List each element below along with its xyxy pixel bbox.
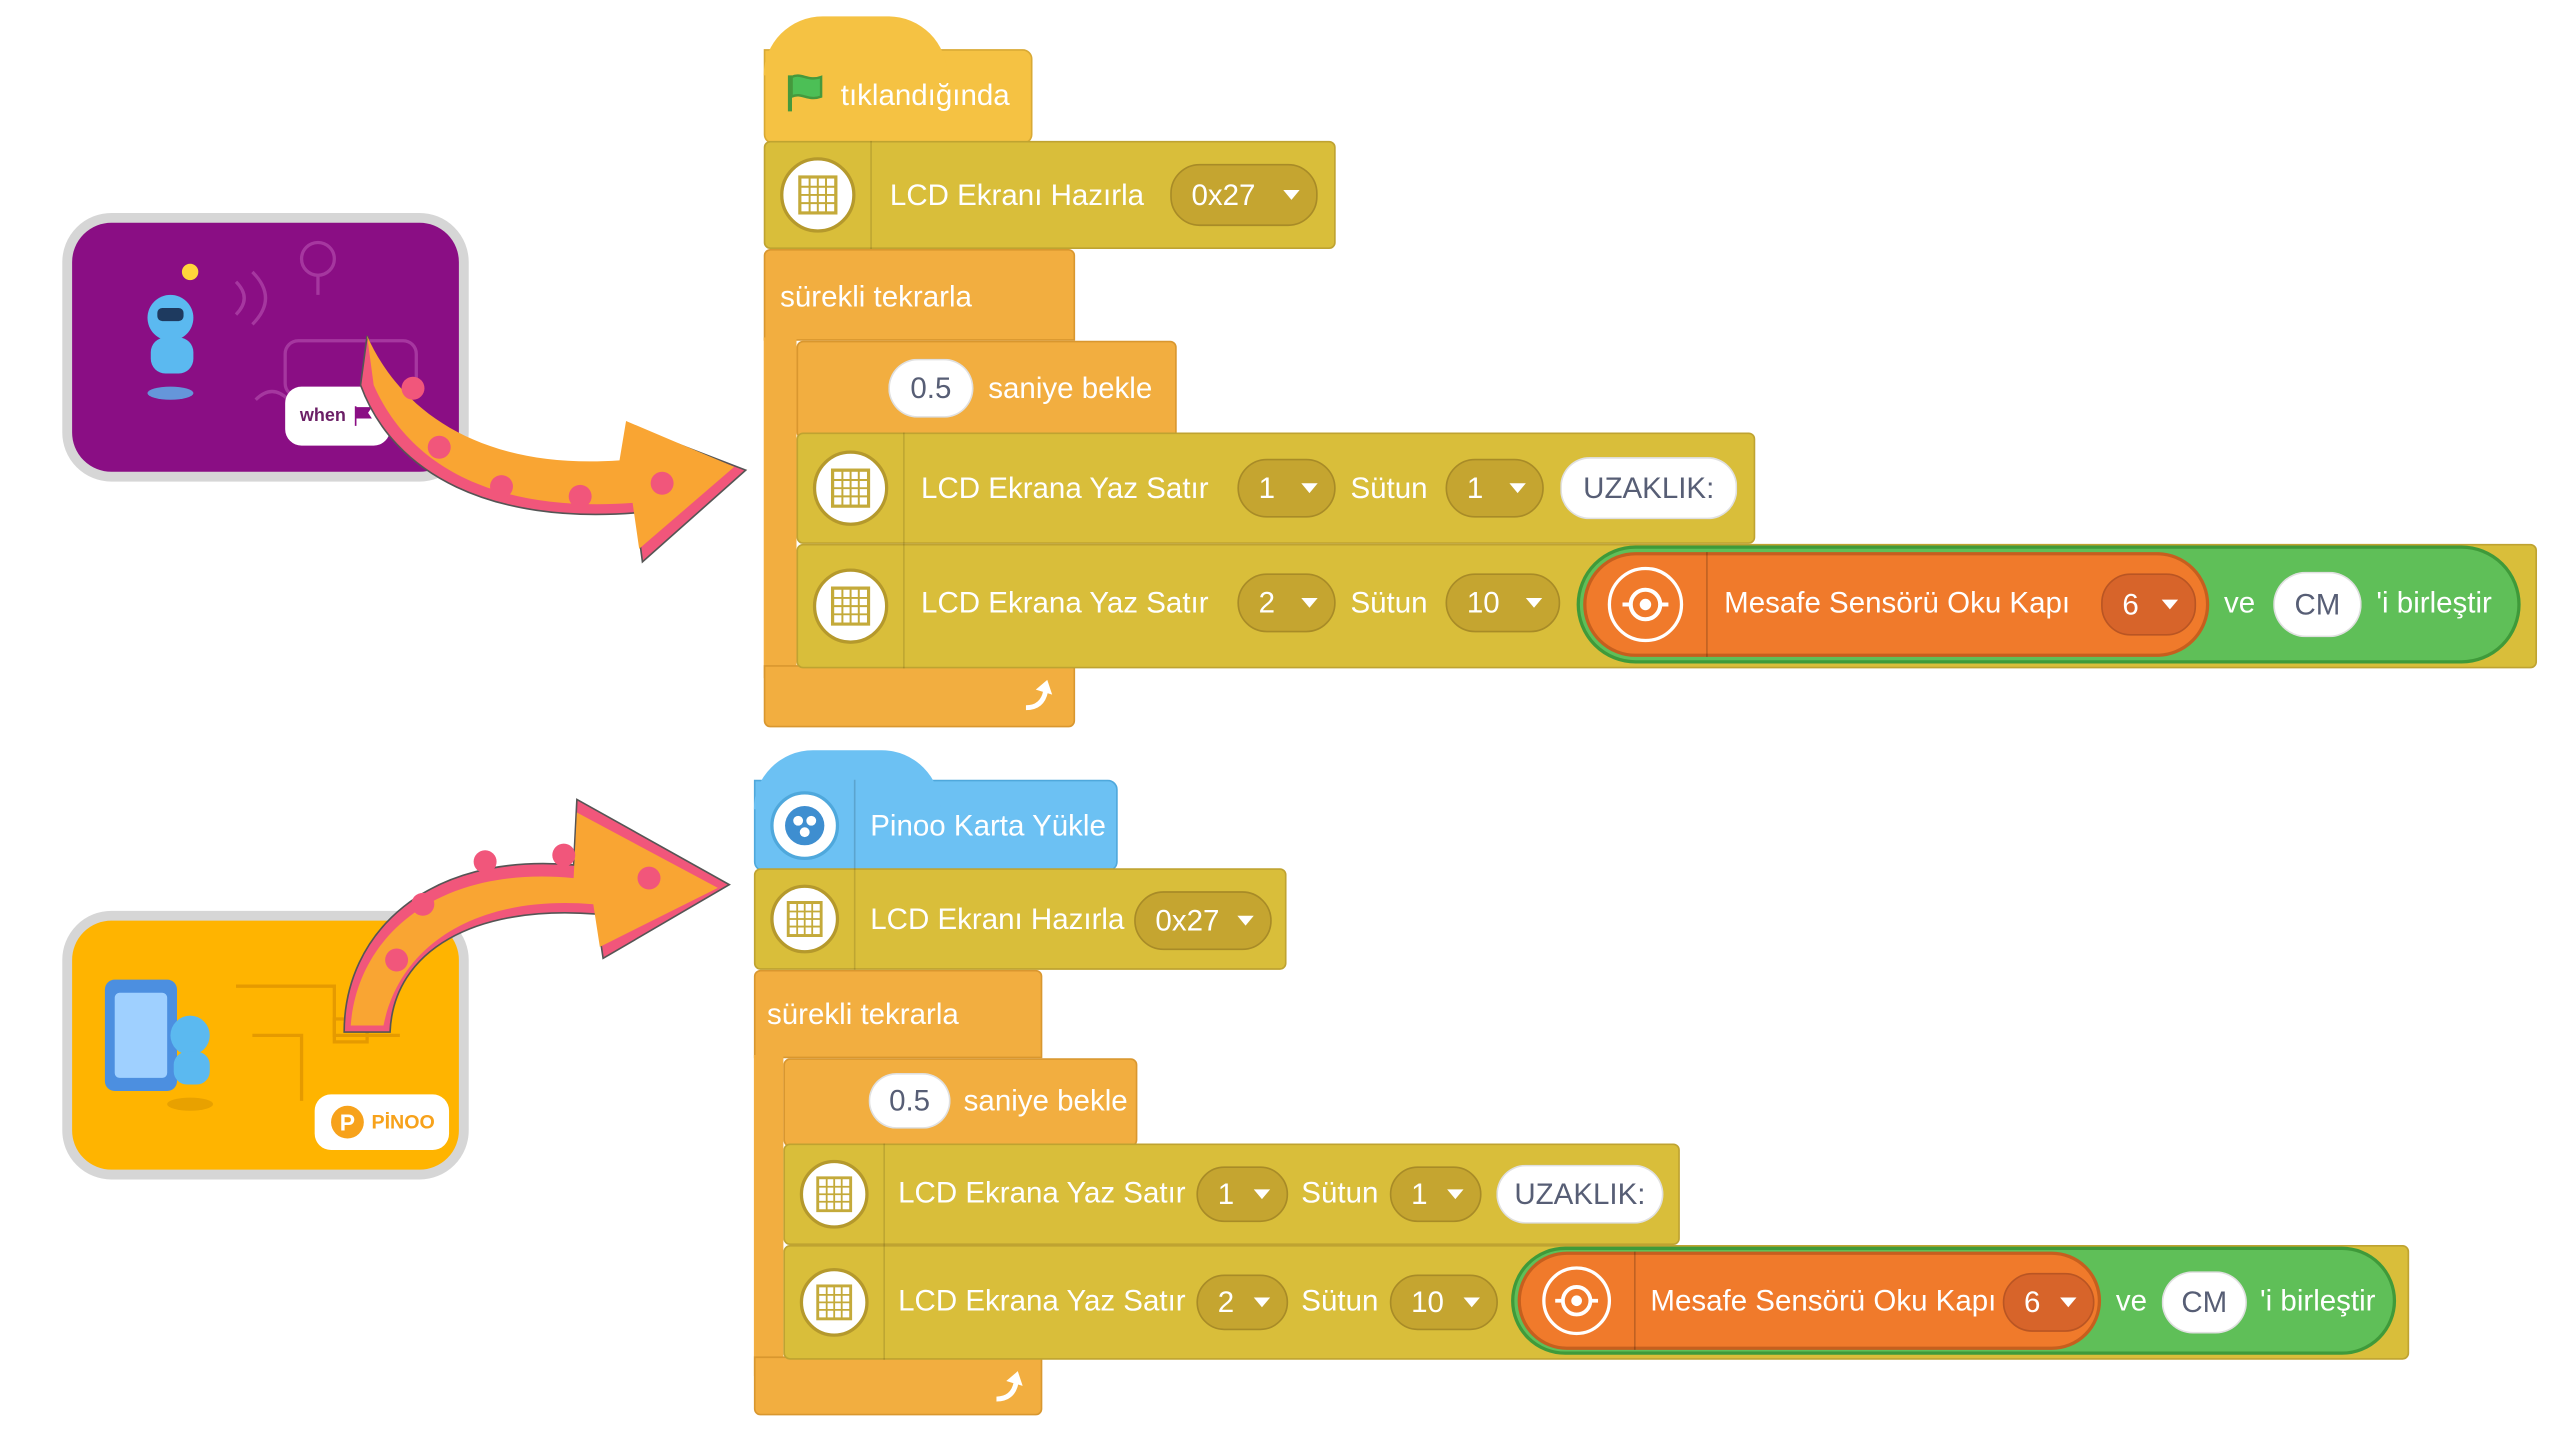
i2c-address-dropdown[interactable]: 0x27 — [1134, 891, 1272, 951]
lcd-write2-iconbox — [783, 1245, 886, 1360]
column-dropdown-1[interactable]: 1 — [1389, 1166, 1482, 1223]
arrow-bottom — [343, 798, 731, 1033]
canvas: when P PİNOO tıklandığında LCD Ekranı Ha… — [0, 0, 2560, 1440]
row-dropdown-1[interactable]: 1 — [1196, 1166, 1289, 1223]
row-value: 1 — [1258, 470, 1276, 504]
arrow-top — [359, 335, 748, 564]
column-label: Sütun — [1350, 586, 1428, 620]
green-flag-icon — [787, 74, 823, 112]
column-dropdown-1[interactable]: 1 — [1445, 458, 1544, 518]
lcd-grid-icon — [797, 175, 837, 215]
join-value-input[interactable]: CM — [2161, 1271, 2247, 1334]
i2c-address-dropdown[interactable]: 0x27 — [1170, 163, 1318, 227]
column-label: Sütun — [1350, 471, 1428, 505]
wait-seconds-input[interactable]: 0.5 — [888, 358, 974, 418]
lcd-grid-icon — [830, 468, 870, 508]
column-label: Sütun — [1301, 1176, 1379, 1209]
pinoo-tag-label: PİNOO — [371, 1110, 435, 1134]
forever-label: sürekli tekrarla — [780, 280, 972, 313]
chevron-down-icon — [1253, 1297, 1271, 1308]
target-sensor-icon — [1554, 1285, 1598, 1317]
text-input[interactable]: UZAKLIK: — [1560, 457, 1738, 520]
lcd-init-iconbox — [754, 868, 856, 970]
chevron-down-icon — [2161, 599, 2179, 610]
lcd-write1-label: LCD Ekrana Yaz Satır — [898, 1176, 1186, 1209]
svg-text:P: P — [339, 1109, 354, 1135]
pinoo-logo-icon: P — [330, 1105, 364, 1139]
pinoo-logo-icon — [784, 805, 824, 846]
forever-label: sürekli tekrarla — [767, 997, 959, 1031]
chevron-down-icon — [1301, 483, 1318, 494]
i2c-address-value: 0x27 — [1191, 177, 1256, 211]
row-value: 2 — [1217, 1285, 1235, 1318]
chevron-down-icon — [2060, 1297, 2077, 1308]
column-dropdown-2[interactable]: 10 — [1445, 573, 1561, 633]
pinoo-hat-iconbox — [754, 779, 856, 872]
chevron-down-icon — [1237, 915, 1254, 926]
sensor-iconbox — [1518, 1251, 1636, 1350]
column-value: 10 — [1411, 1285, 1444, 1318]
join-value-input[interactable]: CM — [2273, 571, 2362, 638]
hat-label: tıklandığında — [840, 78, 1010, 112]
when-tag-label: when — [299, 406, 346, 426]
lcd-write1-label: LCD Ekrana Yaz Satır — [921, 471, 1209, 505]
join-label: 'i birleştir — [2376, 586, 2492, 620]
repeat-arrow-icon — [996, 1371, 1023, 1402]
column-value: 1 — [1466, 470, 1484, 504]
forever-arm — [753, 1055, 784, 1377]
row-value: 1 — [1217, 1177, 1235, 1210]
lcd-grid-icon — [830, 586, 870, 626]
lcd-write2-label: LCD Ekrana Yaz Satır — [898, 1284, 1186, 1318]
hat-cap — [763, 16, 948, 76]
lcd-write1-iconbox — [797, 432, 905, 544]
row-dropdown-1[interactable]: 1 — [1237, 458, 1336, 518]
i2c-address-value: 0x27 — [1155, 903, 1220, 937]
chevron-down-icon — [1509, 483, 1526, 494]
sensor-label: Mesafe Sensörü Oku Kapı — [1650, 1284, 1997, 1318]
join-ve-label: ve — [2223, 586, 2256, 620]
column-value: 1 — [1411, 1177, 1428, 1210]
target-sensor-icon — [1621, 587, 1668, 622]
repeat-arrow-icon — [1025, 679, 1053, 711]
lcd-write1-iconbox — [783, 1143, 886, 1246]
chevron-down-icon — [1301, 597, 1318, 608]
chevron-down-icon — [1447, 1189, 1464, 1200]
row-dropdown-2[interactable]: 2 — [1237, 573, 1336, 633]
wait-label: saniye bekle — [988, 371, 1153, 405]
row-dropdown-2[interactable]: 2 — [1196, 1274, 1289, 1331]
lcd-write2-label: LCD Ekrana Yaz Satır — [921, 586, 1209, 620]
lcd-init-label: LCD Ekranı Hazırla — [889, 178, 1145, 212]
lcd-write2-iconbox — [797, 543, 905, 669]
row-value: 2 — [1258, 585, 1276, 619]
port-dropdown[interactable]: 6 — [2002, 1272, 2095, 1332]
sensor-iconbox — [1583, 552, 1708, 657]
join-ve-label: ve — [2115, 1284, 2147, 1318]
text-input[interactable]: UZAKLIK: — [1496, 1164, 1664, 1224]
column-label: Sütun — [1301, 1284, 1379, 1318]
column-dropdown-2[interactable]: 10 — [1389, 1274, 1498, 1331]
lcd-grid-icon — [815, 1284, 852, 1321]
lcd-init-iconbox — [764, 140, 872, 250]
forever-arm — [763, 337, 797, 679]
wait-seconds-input[interactable]: 0.5 — [868, 1073, 951, 1129]
lcd-grid-icon — [785, 901, 822, 938]
wait-label: saniye bekle — [963, 1084, 1128, 1118]
port-value: 6 — [2122, 587, 2139, 621]
chevron-down-icon — [1253, 1189, 1271, 1200]
port-value: 6 — [2024, 1285, 2041, 1318]
pinoo-logo-tag: P PİNOO — [314, 1094, 450, 1151]
join-label: 'i birleştir — [2260, 1284, 2376, 1318]
pinoo-hat-label: Pinoo Karta Yükle — [870, 809, 1106, 843]
lcd-init-label: LCD Ekranı Hazırla — [870, 902, 1125, 936]
chevron-down-icon — [1463, 1297, 1480, 1308]
port-dropdown[interactable]: 6 — [2101, 573, 2197, 636]
sensor-label: Mesafe Sensörü Oku Kapı — [1724, 586, 2071, 620]
column-value: 10 — [1466, 585, 1500, 619]
chevron-down-icon — [1525, 597, 1543, 608]
chevron-down-icon — [1283, 190, 1300, 200]
lcd-grid-icon — [815, 1176, 852, 1213]
